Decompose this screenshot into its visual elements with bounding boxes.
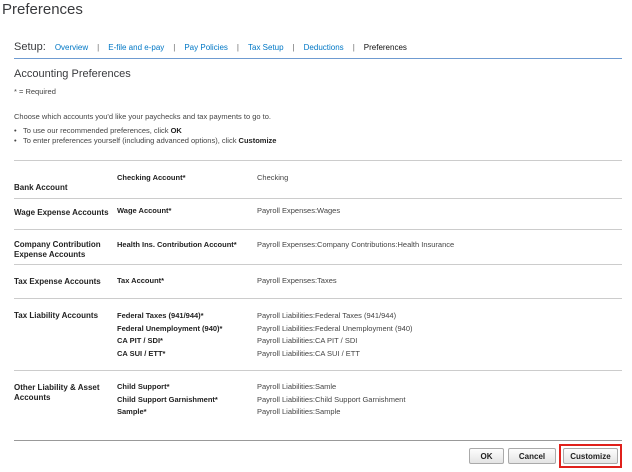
ok-button[interactable]: OK <box>469 448 504 464</box>
instruction-ok: • To use our recommended preferences, cli… <box>14 126 182 135</box>
customize-button[interactable]: Customize <box>563 448 618 464</box>
table-row: Other Liability & Asset Accounts Child S… <box>14 371 622 441</box>
setup-nav: Setup: Overview | E-file and e-pay | Pay… <box>14 41 622 59</box>
setup-link-deductions[interactable]: Deductions <box>304 43 344 52</box>
field-label: Wage Account* <box>117 206 172 215</box>
field-label: CA PIT / SDI* <box>117 336 163 345</box>
field-value[interactable]: Payroll Liabilities:CA PIT / SDI <box>257 335 357 348</box>
field-label: Checking Account* <box>117 173 186 182</box>
table-row: Tax Expense Accounts Tax Account* Payrol… <box>14 265 622 299</box>
row-label: Other Liability & Asset Accounts <box>14 383 100 402</box>
table-row: Tax Liability Accounts Federal Taxes (94… <box>14 299 622 371</box>
field-value[interactable]: Payroll Expenses:Wages <box>257 205 340 218</box>
field-value[interactable]: Payroll Liabilities:Federal Taxes (941/9… <box>257 310 396 323</box>
field-label: CA SUI / ETT* <box>117 348 166 358</box>
instructions-list: • To use our recommended preferences, cli… <box>14 126 276 146</box>
intro-text: Choose which accounts you'd like your pa… <box>14 112 271 121</box>
setup-label: Setup: <box>14 41 46 53</box>
row-label: Tax Expense Accounts <box>14 277 101 286</box>
field-label: Sample* <box>117 407 147 416</box>
row-label: Company Contribution Expense Accounts <box>14 240 101 259</box>
field-label: Federal Unemployment (940)* <box>117 323 223 333</box>
field-value[interactable]: Checking <box>257 172 288 185</box>
separator: | <box>236 43 239 52</box>
instruction-customize: • To enter preferences yourself (includin… <box>14 136 277 145</box>
setup-link-tax-setup[interactable]: Tax Setup <box>248 43 284 52</box>
field-value[interactable]: Payroll Liabilities:Sample <box>257 406 340 419</box>
row-label: Wage Expense Accounts <box>14 208 109 217</box>
footer-divider <box>14 440 622 441</box>
setup-current-preferences: Preferences <box>363 43 407 52</box>
field-value[interactable]: Payroll Liabilities:Samle <box>257 381 336 394</box>
table-row: Company Contribution Expense Accounts He… <box>14 230 622 265</box>
field-label: Tax Account* <box>117 276 165 285</box>
section-title: Accounting Preferences <box>14 68 131 80</box>
row-label: Bank Account <box>14 183 68 192</box>
field-value[interactable]: Payroll Liabilities:Child Support Garnis… <box>257 394 405 407</box>
field-value[interactable]: Payroll Liabilities:Federal Unemployment… <box>257 323 413 336</box>
separator: | <box>97 43 100 52</box>
row-label: Tax Liability Accounts <box>14 311 99 320</box>
page-title: Preferences <box>2 1 83 18</box>
accounts-table: Bank Account Checking Account* Checking … <box>14 160 622 441</box>
table-row: Wage Expense Accounts Wage Account* Payr… <box>14 199 622 230</box>
field-value[interactable]: Payroll Expenses:Taxes <box>257 275 337 288</box>
field-value[interactable]: Payroll Liabilities:CA SUI / ETT <box>257 348 360 361</box>
separator: | <box>173 43 176 52</box>
field-label: Child Support* <box>117 382 170 391</box>
required-note: * = Required <box>14 87 56 96</box>
field-label: Child Support Garnishment* <box>117 394 218 404</box>
field-label: Health Ins. Contribution Account* <box>117 240 237 249</box>
table-row: Bank Account Checking Account* Checking <box>14 161 622 199</box>
separator: | <box>292 43 295 52</box>
separator: | <box>352 43 355 52</box>
cancel-button[interactable]: Cancel <box>508 448 556 464</box>
setup-link-pay-policies[interactable]: Pay Policies <box>184 43 228 52</box>
field-value[interactable]: Payroll Expenses:Company Contributions:H… <box>257 239 454 252</box>
setup-link-overview[interactable]: Overview <box>55 43 88 52</box>
field-label: Federal Taxes (941/944)* <box>117 311 204 320</box>
setup-link-efile[interactable]: E-file and e-pay <box>108 43 164 52</box>
